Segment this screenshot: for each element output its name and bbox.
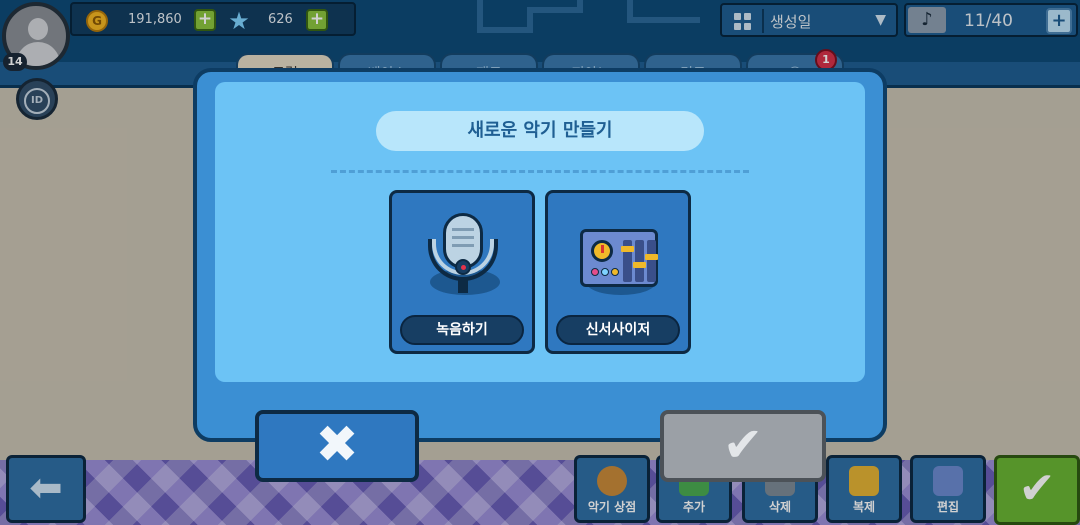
synthesizer-label: 신서사이저 (556, 315, 680, 345)
new-instrument-dialog: 새로운 악기 만들기 녹음하기 신서사이저 (193, 68, 887, 442)
record-label: 녹음하기 (400, 315, 524, 345)
synthesizer-icon (580, 229, 658, 287)
dialog-title: 새로운 악기 만들기 (376, 111, 704, 151)
record-option[interactable]: 녹음하기 (389, 190, 535, 354)
dashed-divider (331, 170, 749, 173)
confirm-button-disabled[interactable]: ✔ (660, 410, 826, 482)
synthesizer-option[interactable]: 신서사이저 (545, 190, 691, 354)
cancel-button[interactable]: ✖ (255, 410, 419, 482)
